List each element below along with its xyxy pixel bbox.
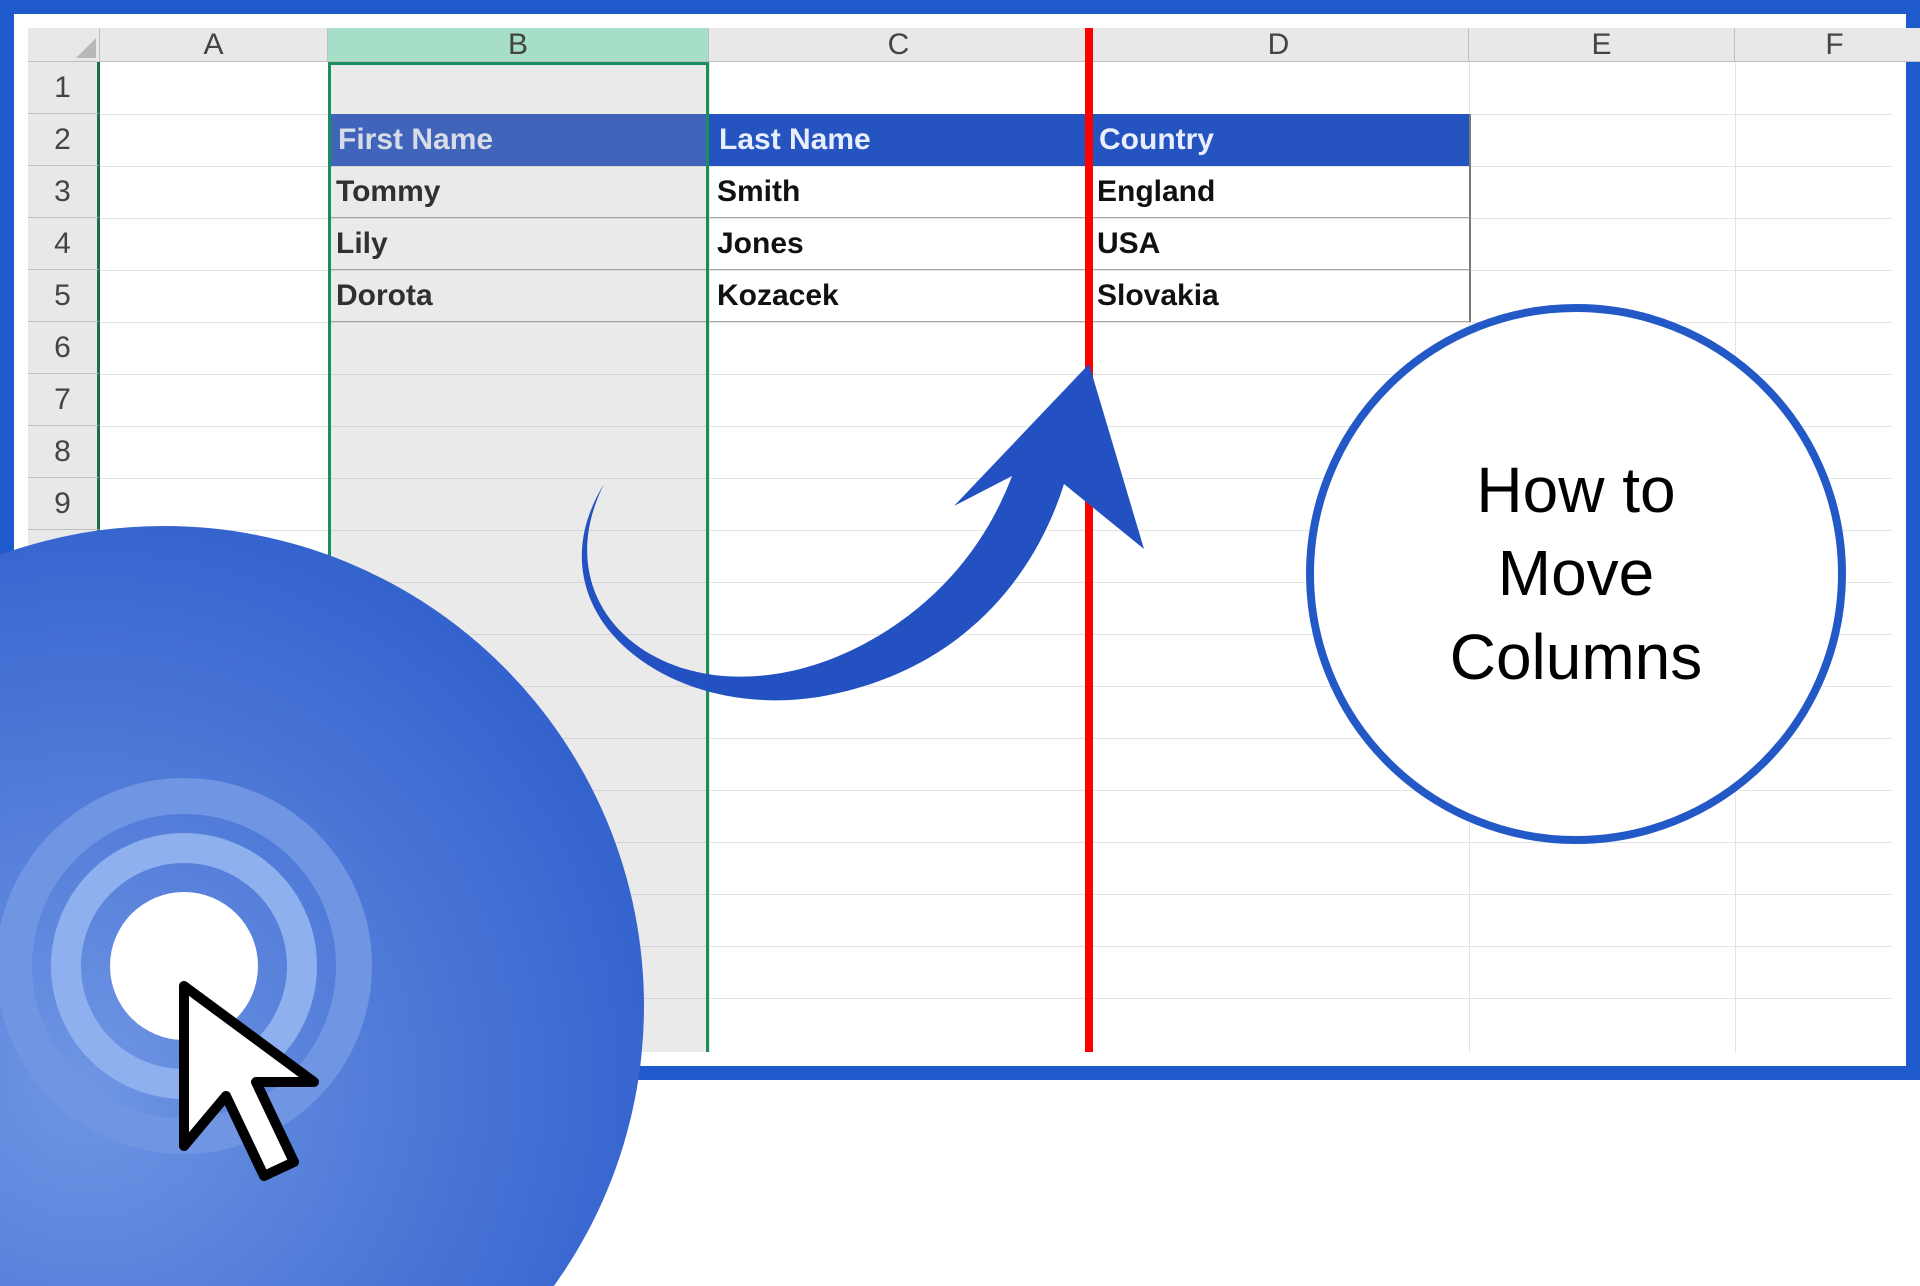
row-header-5[interactable]: 5 [28, 270, 100, 322]
cell-d4[interactable]: USA [1089, 218, 1469, 270]
col-header-d[interactable]: D [1089, 28, 1469, 62]
gridline-h [100, 998, 1892, 999]
gridline-h [100, 894, 1892, 895]
col-header-e[interactable]: E [1469, 28, 1735, 62]
cell-d3[interactable]: England [1089, 166, 1469, 218]
cell-b5[interactable]: Dorota [328, 270, 709, 322]
row-header-7[interactable]: 7 [28, 374, 100, 426]
table-border-right [1469, 114, 1471, 322]
gridline-h [100, 946, 1892, 947]
table-header-first-name[interactable]: First Name [328, 114, 709, 166]
title-badge: How to Move Columns [1306, 304, 1846, 844]
row-header-1[interactable]: 1 [28, 62, 100, 114]
column-header-row: A B C D E F [28, 28, 1892, 62]
cell-c3[interactable]: Smith [709, 166, 1089, 218]
cell-b3[interactable]: Tommy [328, 166, 709, 218]
row-header-3[interactable]: 3 [28, 166, 100, 218]
cell-c4[interactable]: Jones [709, 218, 1089, 270]
cell-b4[interactable]: Lily [328, 218, 709, 270]
title-line-2: Move [1498, 537, 1655, 609]
column-insertion-indicator [1085, 28, 1093, 1052]
row-header-6[interactable]: 6 [28, 322, 100, 374]
col-header-b[interactable]: B [328, 28, 709, 62]
table-header-last-name[interactable]: Last Name [709, 114, 1089, 166]
thumbnail-frame: A B C D E F 1 2 3 4 5 6 7 8 9 10 [0, 0, 1920, 1080]
row-header-8[interactable]: 8 [28, 426, 100, 478]
row-header-4[interactable]: 4 [28, 218, 100, 270]
cell-c5[interactable]: Kozacek [709, 270, 1089, 322]
col-header-a[interactable]: A [100, 28, 328, 62]
table-header-country[interactable]: Country [1089, 114, 1469, 166]
col-header-c[interactable]: C [709, 28, 1089, 62]
row-header-9[interactable]: 9 [28, 478, 100, 530]
title-line-3: Columns [1450, 621, 1703, 693]
cell-d5[interactable]: Slovakia [1089, 270, 1469, 322]
gridline-h [100, 842, 1892, 843]
col-header-f[interactable]: F [1735, 28, 1920, 62]
row-header-2[interactable]: 2 [28, 114, 100, 166]
row-header-10[interactable]: 10 [28, 530, 100, 582]
title-badge-text: How to Move Columns [1450, 449, 1703, 699]
title-line-1: How to [1476, 454, 1675, 526]
